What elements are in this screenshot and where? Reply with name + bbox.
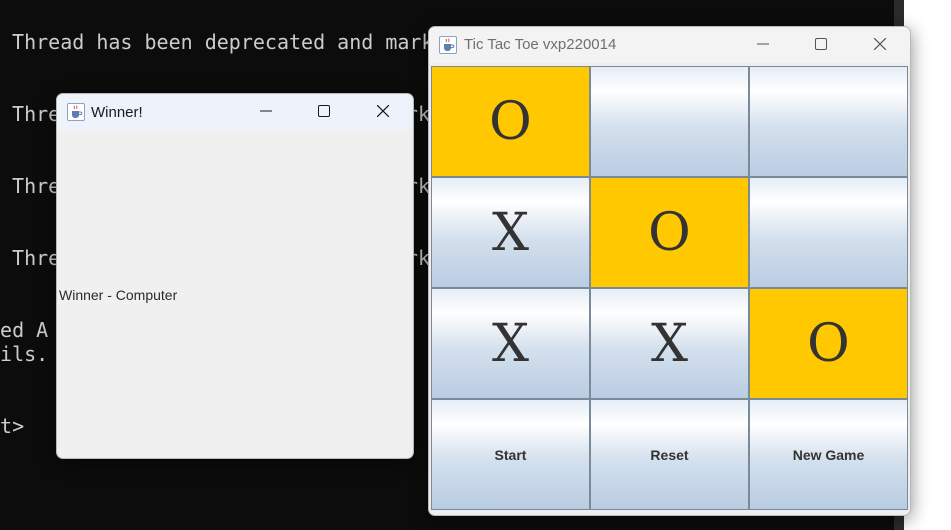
winner-message: Winner - Computer [59,287,178,303]
minimize-button[interactable] [243,94,289,128]
game-titlebar[interactable]: Tic Tac Toe vxp220014 [429,27,910,63]
terminal-line: tt> [0,414,25,438]
tic-tac-toe-window: Tic Tac Toe vxp220014 O X O X X O Start … [428,26,911,516]
board-cell-9[interactable]: O [749,288,908,399]
terminal-line: Thre [0,246,61,270]
close-button[interactable] [857,27,903,61]
java-cup-icon [67,103,85,121]
maximize-icon [318,105,330,117]
winner-titlebar[interactable]: Winner! [57,94,413,130]
board-cell-7[interactable]: X [431,288,590,399]
board-cell-8[interactable]: X [590,288,749,399]
close-icon [377,105,389,117]
desktop-background [904,0,951,530]
terminal-line: Thre [0,174,61,198]
maximize-icon [815,38,827,50]
maximize-button[interactable] [798,27,844,61]
java-cup-icon [439,36,457,54]
board-cell-2[interactable] [590,66,749,177]
start-button[interactable]: Start [431,399,590,510]
close-icon [874,38,886,50]
terminal-line: ails. [0,342,49,366]
winner-window: Winner! Winner - Computer [56,93,414,459]
game-board: O X O X X O Start Reset New Game [431,66,908,512]
maximize-button[interactable] [301,94,347,128]
terminal-line: Thread has been deprecated and mark [0,30,434,54]
reset-button[interactable]: Reset [590,399,749,510]
minimize-icon [757,43,769,45]
board-cell-4[interactable]: X [431,177,590,288]
board-cell-3[interactable] [749,66,908,177]
minimize-icon [260,110,272,112]
board-cell-6[interactable] [749,177,908,288]
game-window-title: Tic Tac Toe vxp220014 [464,36,617,53]
new-game-button[interactable]: New Game [749,399,908,510]
terminal-line: ted A [0,318,49,342]
winner-window-title: Winner! [91,104,143,121]
board-cell-5[interactable]: O [590,177,749,288]
close-button[interactable] [360,94,406,128]
terminal-line: Thre [0,102,61,126]
board-cell-1[interactable]: O [431,66,590,177]
minimize-button[interactable] [740,27,786,61]
